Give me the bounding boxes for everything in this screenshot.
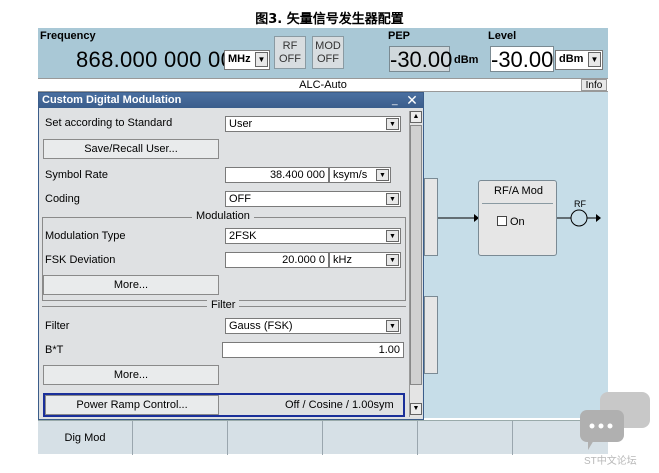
frequency-unit: MHz bbox=[228, 53, 251, 65]
chevron-down-icon: ▼ bbox=[255, 52, 268, 67]
frequency-unit-select[interactable]: MHz ▼ bbox=[224, 50, 270, 70]
watermark-text: ST中文论坛 bbox=[584, 456, 637, 467]
dialog-scrollbar[interactable]: ▲ ▼ bbox=[409, 111, 422, 417]
fsk-deviation-input[interactable]: 20.000 0 bbox=[225, 252, 329, 268]
close-icon[interactable]: ✕ bbox=[405, 93, 419, 108]
level-unit: dBm bbox=[559, 53, 584, 65]
power-ramp-button[interactable]: Power Ramp Control... bbox=[45, 395, 219, 415]
chevron-down-icon: ▼ bbox=[588, 52, 601, 67]
level-label: Level bbox=[488, 30, 517, 42]
mod-toggle-state: OFF bbox=[317, 53, 339, 65]
fsk-deviation-label: FSK Deviation bbox=[45, 254, 116, 266]
minimize-icon[interactable]: _ bbox=[392, 95, 402, 106]
modulation-section-title: Modulation bbox=[192, 210, 254, 222]
coding-label: Coding bbox=[45, 193, 80, 205]
rf-mod-title: RF/A Mod bbox=[494, 185, 543, 197]
chevron-down-icon: ▼ bbox=[386, 230, 399, 242]
filter-more-button[interactable]: More... bbox=[43, 365, 219, 385]
symbol-rate-unit: ksym/s bbox=[333, 169, 368, 181]
symbol-rate-input[interactable]: 38.400 000 bbox=[225, 167, 329, 183]
set-according-select[interactable]: User ▼ bbox=[225, 116, 401, 132]
modulation-type-select[interactable]: 2FSK ▼ bbox=[225, 228, 401, 244]
rf-mod-on-label: On bbox=[510, 216, 525, 228]
chevron-down-icon: ▼ bbox=[386, 118, 399, 130]
filter-value: Gauss (FSK) bbox=[229, 320, 293, 332]
softkey-3[interactable] bbox=[228, 421, 323, 455]
set-according-value: User bbox=[229, 118, 253, 130]
scroll-thumb[interactable] bbox=[410, 125, 422, 385]
checkbox-icon bbox=[497, 216, 507, 226]
rf-mod-on-checkbox[interactable]: On bbox=[497, 216, 525, 228]
pep-unit: dBm bbox=[454, 54, 479, 66]
figure-caption: 图3. 矢量信号发生器配置 bbox=[255, 12, 404, 27]
coding-value: OFF bbox=[229, 193, 251, 205]
mod-toggle-button[interactable]: MOD OFF bbox=[312, 36, 344, 69]
scroll-up-icon[interactable]: ▲ bbox=[410, 111, 422, 123]
rf-mod-block[interactable]: RF/A Mod On bbox=[478, 180, 557, 256]
level-unit-select[interactable]: dBm ▼ bbox=[555, 50, 603, 70]
custom-digital-modulation-dialog: Custom Digital Modulation _ ✕ Set accord… bbox=[38, 92, 424, 420]
power-ramp-value: Off / Cosine / 1.00sym bbox=[285, 399, 394, 411]
level-value[interactable]: -30.00 bbox=[490, 46, 554, 72]
frequency-value[interactable]: 868.000 000 000 bbox=[76, 47, 246, 73]
filter-section-title: Filter bbox=[207, 299, 240, 311]
dialog-title: Custom Digital Modulation bbox=[39, 93, 423, 108]
coding-select[interactable]: OFF ▼ bbox=[225, 191, 401, 207]
chevron-down-icon: ▼ bbox=[386, 254, 399, 266]
rf-toggle-label: RF bbox=[282, 40, 298, 52]
set-according-label: Set according to Standard bbox=[45, 117, 173, 129]
rf-toggle-button[interactable]: RF OFF bbox=[274, 36, 306, 69]
softkey-dig-mod[interactable]: Dig Mod bbox=[38, 421, 133, 455]
frequency-label: Frequency bbox=[40, 30, 96, 42]
rf-toggle-state: OFF bbox=[279, 53, 301, 65]
rf-mod-divider bbox=[482, 203, 553, 204]
modulation-more-button[interactable]: More... bbox=[43, 275, 219, 295]
pep-value: -30.00 bbox=[389, 46, 453, 72]
scroll-down-icon[interactable]: ▼ bbox=[410, 403, 422, 415]
chevron-down-icon: ▼ bbox=[386, 193, 399, 205]
baseband-block-a[interactable] bbox=[424, 178, 438, 256]
fsk-deviation-unit: kHz bbox=[333, 254, 352, 266]
bt-label: B*T bbox=[45, 344, 64, 356]
alc-status: ALC-Auto bbox=[38, 78, 608, 92]
chevron-down-icon: ▼ bbox=[376, 169, 389, 181]
info-button[interactable]: Info bbox=[581, 79, 607, 91]
symbol-rate-unit-select[interactable]: ksym/s ▼ bbox=[329, 167, 391, 183]
softkey-2[interactable] bbox=[133, 421, 228, 455]
bt-input[interactable]: 1.00 bbox=[222, 342, 404, 358]
power-ramp-row: Power Ramp Control... Off / Cosine / 1.0… bbox=[43, 393, 405, 417]
softkey-5[interactable] bbox=[418, 421, 513, 455]
chevron-down-icon: ▼ bbox=[386, 320, 399, 332]
modulation-type-value: 2FSK bbox=[229, 230, 257, 242]
save-recall-button[interactable]: Save/Recall User... bbox=[43, 139, 219, 159]
softkey-4[interactable] bbox=[323, 421, 418, 455]
chat-bubble-logo-icon bbox=[580, 392, 650, 450]
modulation-type-label: Modulation Type bbox=[45, 230, 126, 242]
filter-select[interactable]: Gauss (FSK) ▼ bbox=[225, 318, 401, 334]
symbol-rate-label: Symbol Rate bbox=[45, 169, 108, 181]
fsk-deviation-unit-select[interactable]: kHz ▼ bbox=[329, 252, 401, 268]
filter-label: Filter bbox=[45, 320, 70, 332]
baseband-block-b[interactable] bbox=[424, 296, 438, 374]
mod-toggle-label: MOD bbox=[315, 40, 341, 52]
rf-output-label: RF bbox=[574, 199, 586, 209]
pep-label: PEP bbox=[388, 30, 411, 42]
softkey-bar: Dig Mod bbox=[38, 420, 608, 455]
